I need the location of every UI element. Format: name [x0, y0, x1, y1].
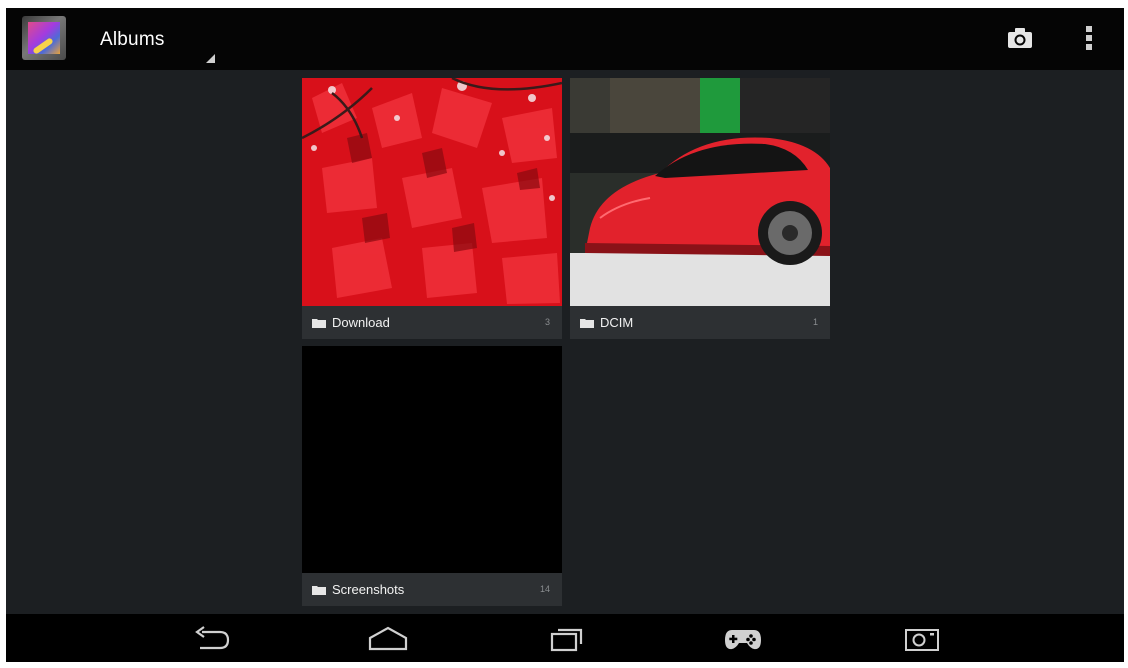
- album-label-bar: Download 3: [302, 306, 562, 339]
- gallery-screen: Albums Download 3 DCIM 1 Screenshots 14: [6, 8, 1124, 662]
- recent-apps-icon[interactable]: [550, 626, 586, 652]
- album-thumbnail-screenshots: [302, 346, 562, 573]
- camera-button[interactable]: [1007, 27, 1033, 49]
- gallery-app-icon[interactable]: [22, 16, 66, 60]
- album-name: Download: [332, 315, 390, 330]
- screenshot-icon[interactable]: [904, 626, 940, 652]
- overflow-menu-button[interactable]: [1082, 24, 1096, 54]
- album-count: 1: [812, 317, 818, 327]
- overflow-dot: [1086, 35, 1092, 41]
- home-icon[interactable]: [368, 626, 408, 652]
- album-name: Screenshots: [332, 582, 405, 597]
- album-label-bar: DCIM 1: [570, 306, 830, 339]
- album-thumbnail-dcim: [570, 78, 830, 306]
- overflow-menu-icon: [1086, 26, 1092, 32]
- action-bar: Albums: [6, 8, 1124, 70]
- folder-icon: [580, 319, 594, 328]
- album-name: DCIM: [600, 315, 634, 330]
- spinner-dropdown-icon[interactable]: [206, 54, 215, 63]
- album-tile-download[interactable]: Download 3: [302, 78, 562, 339]
- folder-icon: [312, 586, 326, 595]
- album-count: 14: [539, 584, 550, 594]
- camera-icon: [1008, 28, 1032, 48]
- overflow-dot: [1086, 44, 1092, 50]
- back-icon[interactable]: [194, 626, 230, 652]
- page-title[interactable]: Albums: [100, 29, 165, 51]
- album-tile-dcim[interactable]: DCIM 1: [570, 78, 830, 339]
- folder-icon: [312, 319, 326, 328]
- album-thumbnail-download: [302, 78, 562, 306]
- album-tile-screenshots[interactable]: Screenshots 14: [302, 346, 562, 606]
- navigation-bar: [6, 614, 1124, 662]
- album-count: 3: [544, 317, 550, 327]
- album-label-bar: Screenshots 14: [302, 573, 562, 606]
- game-controller-icon[interactable]: [724, 626, 762, 652]
